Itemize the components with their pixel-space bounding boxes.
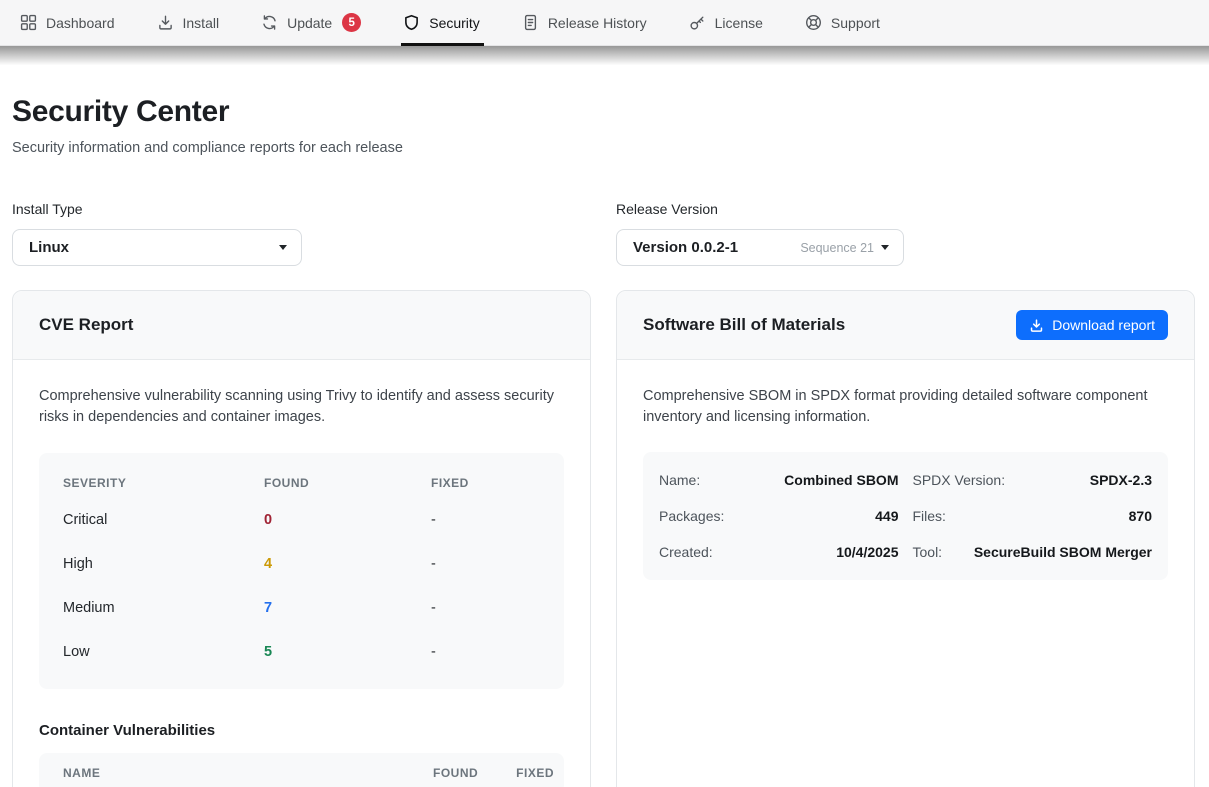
sbom-details: Name: Combined SBOM SPDX Version: SPDX-2… <box>643 452 1168 580</box>
cve-report-header: CVE Report <box>13 291 590 360</box>
sbom-description: Comprehensive SBOM in SPDX format provid… <box>643 386 1168 428</box>
severity-found-value: 7 <box>264 586 431 630</box>
container-vulnerabilities-title: Container Vulnerabilities <box>39 722 564 739</box>
install-type-control: Install Type Linux <box>12 201 591 266</box>
found-col-header: FOUND <box>433 766 478 780</box>
nav-tab-label: Update <box>287 15 332 31</box>
severity-fixed-value: - <box>431 498 540 542</box>
name-col-header: NAME <box>63 766 433 780</box>
severity-fixed-value: - <box>431 586 540 630</box>
severity-found-value: 5 <box>264 630 431 674</box>
install-download-icon <box>157 14 174 31</box>
update-count-badge: 5 <box>342 13 361 32</box>
page-title: Security Center <box>12 95 1195 129</box>
sbom-detail-name: Name: Combined SBOM <box>659 462 899 498</box>
severity-fixed-value: - <box>431 630 540 674</box>
nav-tab-support[interactable]: Support <box>805 0 880 45</box>
update-refresh-icon <box>261 14 278 31</box>
top-nav: Dashboard Install Update 5 Security Rele… <box>0 0 1209 46</box>
download-report-label: Download report <box>1052 317 1155 333</box>
install-type-select[interactable]: Linux <box>12 229 302 266</box>
severity-col-header: SEVERITY <box>63 468 264 498</box>
release-version-label: Release Version <box>616 201 1195 217</box>
sbom-header: Software Bill of Materials Download repo… <box>617 291 1194 360</box>
nav-tab-install[interactable]: Install <box>157 0 220 45</box>
release-version-control: Release Version Version 0.0.2-1 Sequence… <box>616 201 1195 266</box>
severity-fixed-value: - <box>431 542 540 586</box>
sbom-detail-files: Files: 870 <box>913 498 1153 534</box>
nav-tab-label: Release History <box>548 15 647 31</box>
nav-tab-label: Support <box>831 15 880 31</box>
chevron-down-icon <box>881 245 889 250</box>
sequence-group: Sequence 21 <box>800 241 889 255</box>
nav-tab-dashboard[interactable]: Dashboard <box>20 0 115 45</box>
severity-found-value: 0 <box>264 498 431 542</box>
license-key-icon <box>689 14 706 31</box>
install-type-label: Install Type <box>12 201 591 217</box>
severity-row-label: Critical <box>63 498 264 542</box>
scroll-shadow <box>0 46 1209 65</box>
sequence-label: Sequence 21 <box>800 241 874 255</box>
download-report-button[interactable]: Download report <box>1016 310 1168 340</box>
sbom-detail-created: Created: 10/4/2025 <box>659 534 899 570</box>
release-version-select[interactable]: Version 0.0.2-1 Sequence 21 <box>616 229 904 266</box>
install-type-value: Linux <box>29 239 69 256</box>
chevron-down-icon <box>279 245 287 250</box>
page-subtitle: Security information and compliance repo… <box>12 140 1195 156</box>
release-version-value: Version 0.0.2-1 <box>633 239 738 256</box>
sbom-card: Software Bill of Materials Download repo… <box>616 290 1195 787</box>
sbom-detail-spdx-version: SPDX Version: SPDX-2.3 <box>913 462 1153 498</box>
nav-tab-license[interactable]: License <box>689 0 763 45</box>
report-cards: CVE Report Comprehensive vulnerability s… <box>12 290 1195 787</box>
container-vulnerabilities-table-header: NAME FOUND FIXED <box>39 753 564 787</box>
release-history-document-icon <box>522 14 539 31</box>
security-shield-icon <box>403 14 420 31</box>
dashboard-grid-icon <box>20 14 37 31</box>
nav-tab-label: License <box>715 15 763 31</box>
nav-tab-label: Dashboard <box>46 15 115 31</box>
nav-tab-update[interactable]: Update 5 <box>261 0 361 45</box>
found-col-header: FOUND <box>264 468 431 498</box>
fixed-col-header: FIXED <box>431 468 540 498</box>
severity-found-value: 4 <box>264 542 431 586</box>
sbom-detail-packages: Packages: 449 <box>659 498 899 534</box>
sbom-detail-tool: Tool: SecureBuild SBOM Merger <box>913 534 1153 570</box>
filters-row: Install Type Linux Release Version Versi… <box>12 201 1195 266</box>
sbom-title: Software Bill of Materials <box>643 315 845 335</box>
cve-report-description: Comprehensive vulnerability scanning usi… <box>39 386 564 428</box>
severity-row-label: Medium <box>63 586 264 630</box>
severity-table: SEVERITY FOUND FIXED Critical 0 - High 4… <box>39 453 564 689</box>
nav-tab-release-history[interactable]: Release History <box>522 0 647 45</box>
nav-tab-label: Security <box>429 15 480 31</box>
download-icon <box>1029 318 1044 333</box>
severity-row-label: Low <box>63 630 264 674</box>
cve-report-title: CVE Report <box>39 315 133 335</box>
nav-tab-security[interactable]: Security <box>403 0 480 45</box>
fixed-col-header: FIXED <box>516 766 554 780</box>
support-lifebuoy-icon <box>805 14 822 31</box>
cve-report-card: CVE Report Comprehensive vulnerability s… <box>12 290 591 787</box>
severity-row-label: High <box>63 542 264 586</box>
security-center-page: Security Center Security information and… <box>0 65 1209 787</box>
nav-tab-label: Install <box>183 15 220 31</box>
